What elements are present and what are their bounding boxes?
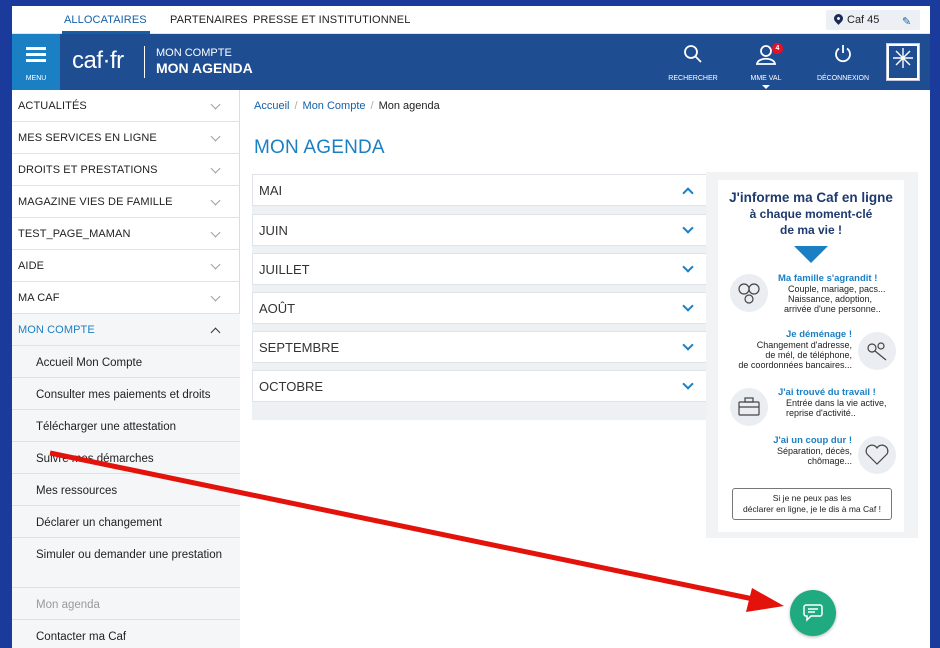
user-account-button[interactable]: 4 MME VAL — [740, 34, 792, 90]
user-dropdown-caret-icon — [762, 85, 770, 89]
browser-viewport: ALLOCATAIRES PARTENAIRES PRESSE ET INSTI… — [12, 6, 930, 648]
chevron-down-icon — [210, 195, 221, 206]
accordion-octobre[interactable]: OCTOBRE — [252, 370, 707, 402]
chevron-down-icon — [682, 261, 694, 273]
sidebar-item-ma-caf[interactable]: MA CAF — [12, 282, 240, 314]
header-subtitle: MON COMPTE — [156, 47, 232, 59]
search-icon — [684, 45, 702, 63]
menu-label: MENU — [25, 75, 47, 82]
promo-title-line3: de ma vie ! — [779, 223, 843, 237]
declare-offline-button[interactable]: Si je ne peux pas les déclarer en ligne,… — [732, 488, 892, 520]
subnav-accueil[interactable]: Accueil Mon Compte — [12, 346, 240, 378]
keys-icon — [858, 332, 896, 370]
briefcase-icon — [730, 388, 768, 426]
accordion-septembre[interactable]: SEPTEMBRE — [252, 331, 707, 363]
search-label: RECHERCHER — [668, 75, 718, 82]
chat-bubble-icon — [803, 604, 823, 622]
subnav-ressources[interactable]: Mes ressources — [12, 474, 240, 506]
family-icon — [730, 274, 768, 312]
breadcrumb-account[interactable]: Mon Compte — [303, 100, 366, 112]
chevron-down-icon — [210, 291, 221, 302]
notification-badge: 4 — [772, 43, 783, 54]
chat-button[interactable] — [790, 590, 836, 636]
accordion-mai[interactable]: MAI — [252, 174, 707, 206]
sidebar-item-aide[interactable]: AIDE — [12, 250, 240, 282]
chevron-down-icon — [210, 163, 221, 174]
promo-demenage: Je déménage ! Changement d'adresse, de m… — [738, 329, 852, 371]
location-pin-icon — [832, 12, 845, 25]
nav-allocataires[interactable]: ALLOCATAIRES — [64, 14, 147, 26]
logout-button[interactable]: DÉCONNEXION — [812, 34, 874, 90]
snowflake-icon — [893, 48, 913, 68]
subnav-mon-agenda[interactable]: Mon agenda — [12, 588, 240, 620]
subnav-attestation[interactable]: Télécharger une attestation — [12, 410, 240, 442]
chevron-down-icon — [210, 259, 221, 270]
subnav-declarer[interactable]: Déclarer un changement — [12, 506, 240, 538]
promo-title-line2: à chaque moment-clé — [749, 207, 873, 221]
promo-title-line1: J'informe ma Caf en ligne — [729, 190, 893, 205]
promo-famille: Ma famille s'agrandit ! Couple, mariage,… — [778, 273, 886, 315]
sidebar-item-test-page[interactable]: TEST_PAGE_MAMAN — [12, 218, 240, 250]
breadcrumb: Accueil / Mon Compte / Mon agenda — [254, 100, 440, 112]
accordion-juillet[interactable]: JUILLET — [252, 253, 707, 285]
header-title: MON AGENDA — [156, 60, 253, 76]
promo-arrow-icon — [794, 246, 828, 263]
sidebar-item-services[interactable]: MES SERVICES EN LIGNE — [12, 122, 240, 154]
chevron-down-icon — [210, 227, 221, 238]
caf-logo[interactable]: caf·fr — [72, 47, 124, 75]
menu-button[interactable]: MENU — [12, 34, 60, 97]
logo-divider — [144, 46, 145, 78]
top-utility-bar: ALLOCATAIRES PARTENAIRES PRESSE ET INSTI… — [12, 6, 930, 34]
accordion-juin[interactable]: JUIN — [252, 214, 707, 246]
sidebar-item-droits[interactable]: DROITS ET PRESTATIONS — [12, 154, 240, 186]
user-label: MME VAL — [750, 75, 782, 82]
pencil-icon[interactable]: ✎ — [902, 15, 911, 28]
subnav-simuler[interactable]: Simuler ou demander une prestation — [12, 538, 240, 588]
hamburger-icon — [26, 47, 46, 50]
caf-selector[interactable]: Caf 45 ✎ — [826, 10, 920, 30]
search-button[interactable]: RECHERCHER — [664, 34, 722, 90]
logout-label: DÉCONNEXION — [816, 75, 870, 82]
main-header: MENU caf·fr MON COMPTE MON AGENDA RECHER… — [12, 34, 930, 97]
page-title: MON AGENDA — [254, 137, 385, 158]
promo-panel: J'informe ma Caf en ligne à chaque momen… — [706, 172, 918, 538]
breadcrumb-home[interactable]: Accueil — [254, 100, 289, 112]
breadcrumb-current: Mon agenda — [378, 100, 440, 112]
subnav-contacter[interactable]: Contacter ma Caf — [12, 620, 240, 648]
nav-presse[interactable]: PRESSE ET INSTITUTIONNEL — [253, 14, 410, 26]
chevron-down-icon — [682, 339, 694, 351]
promo-coup-dur: J'ai un coup dur ! Séparation, décès, ch… — [773, 435, 852, 467]
accordion-aout[interactable]: AOÛT — [252, 292, 707, 324]
subnav-demarches[interactable]: Suivre mes démarches — [12, 442, 240, 474]
chevron-up-icon — [682, 187, 694, 199]
sidebar-item-mon-compte[interactable]: MON COMPTE — [12, 314, 240, 346]
chevron-down-icon — [210, 99, 221, 110]
marianne-logo — [886, 43, 920, 81]
chevron-down-icon — [682, 222, 694, 234]
chevron-up-icon — [210, 327, 221, 338]
sidebar-item-actualites[interactable]: ACTUALITÉS — [12, 90, 240, 122]
subnav-paiements[interactable]: Consulter mes paiements et droits — [12, 378, 240, 410]
promo-travail: J'ai trouvé du travail ! Entrée dans la … — [778, 387, 887, 419]
handshake-heart-icon — [858, 436, 896, 474]
chevron-down-icon — [682, 300, 694, 312]
chevron-down-icon — [682, 378, 694, 390]
sidebar-nav: ACTUALITÉS MES SERVICES EN LIGNE DROITS … — [12, 90, 240, 648]
nav-partenaires[interactable]: PARTENAIRES — [170, 14, 248, 26]
power-icon — [835, 45, 851, 63]
sidebar-item-magazine[interactable]: MAGAZINE VIES DE FAMILLE — [12, 186, 240, 218]
promo-card: J'informe ma Caf en ligne à chaque momen… — [718, 180, 904, 532]
chevron-down-icon — [210, 131, 221, 142]
caf-selector-label: Caf 45 — [847, 14, 880, 26]
